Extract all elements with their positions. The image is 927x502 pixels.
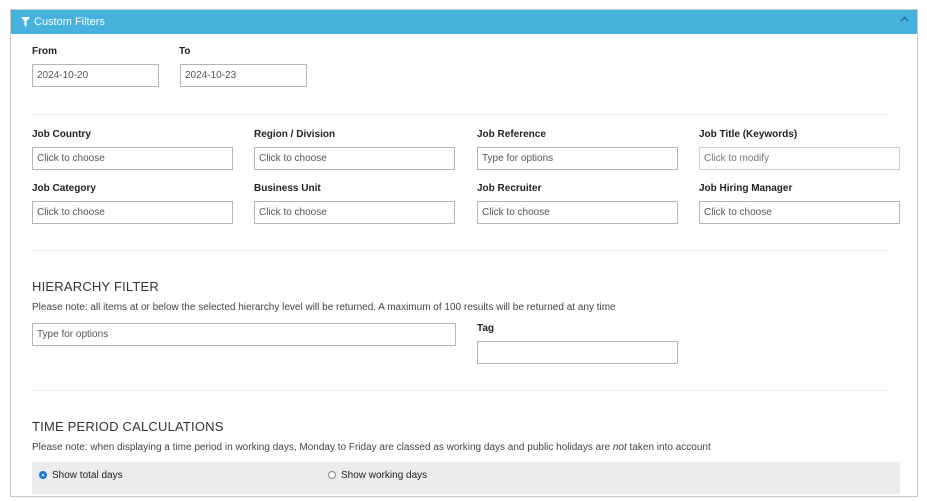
panel-title: Custom Filters: [34, 16, 105, 28]
hierarchy-filter-title: HIERARCHY FILTER: [32, 279, 159, 294]
region-division-label: Region / Division: [254, 129, 336, 140]
chevron-up-icon[interactable]: [900, 16, 909, 22]
time-period-note: Please note: when displaying a time peri…: [32, 442, 711, 453]
show-total-days-radio[interactable]: [39, 471, 47, 479]
to-date-input[interactable]: 2024-10-23: [180, 64, 307, 87]
to-label: To: [179, 46, 191, 57]
job-country-select[interactable]: Click to choose: [32, 147, 233, 170]
note-emphasis: not: [612, 442, 627, 453]
business-unit-select[interactable]: Click to choose: [254, 201, 455, 224]
note-text: Please note: when displaying a time peri…: [32, 442, 613, 453]
from-label: From: [32, 46, 57, 57]
custom-filters-header[interactable]: Custom Filters: [11, 10, 917, 34]
region-division-select[interactable]: Click to choose: [254, 147, 455, 170]
divider: [32, 114, 888, 115]
time-period-title: TIME PERIOD CALCULATIONS: [32, 419, 224, 434]
job-reference-label: Job Reference: [477, 129, 546, 140]
job-category-label: Job Category: [32, 183, 96, 194]
custom-filters-panel: Custom Filters From To 2024-10-20 2024-1…: [10, 9, 918, 497]
tag-label: Tag: [477, 323, 495, 334]
job-category-select[interactable]: Click to choose: [32, 201, 233, 224]
job-title-keywords-field[interactable]: Click to modify: [699, 147, 900, 170]
tag-input[interactable]: [477, 341, 678, 364]
hierarchy-note: Please note: all items at or below the s…: [32, 302, 616, 313]
job-country-label: Job Country: [32, 129, 91, 140]
show-working-days-radio[interactable]: [328, 471, 336, 479]
time-period-options: Show total days Show working days: [32, 462, 900, 494]
job-recruiter-label: Job Recruiter: [477, 183, 542, 194]
note-text-end: taken into account: [626, 442, 711, 453]
show-working-days-label[interactable]: Show working days: [341, 470, 427, 481]
show-total-days-label[interactable]: Show total days: [52, 470, 123, 481]
job-hiring-manager-label: Job Hiring Manager: [699, 183, 793, 194]
from-date-input[interactable]: 2024-10-20: [32, 64, 159, 87]
job-recruiter-select[interactable]: Click to choose: [477, 201, 678, 224]
job-reference-input[interactable]: Type for options: [477, 147, 678, 170]
hierarchy-input[interactable]: Type for options: [32, 323, 456, 346]
job-title-label: Job Title (Keywords): [699, 129, 798, 140]
divider: [32, 250, 888, 251]
job-hiring-manager-select[interactable]: Click to choose: [699, 201, 900, 224]
divider: [32, 390, 888, 391]
funnel-icon: [21, 17, 30, 27]
business-unit-label: Business Unit: [254, 183, 321, 194]
